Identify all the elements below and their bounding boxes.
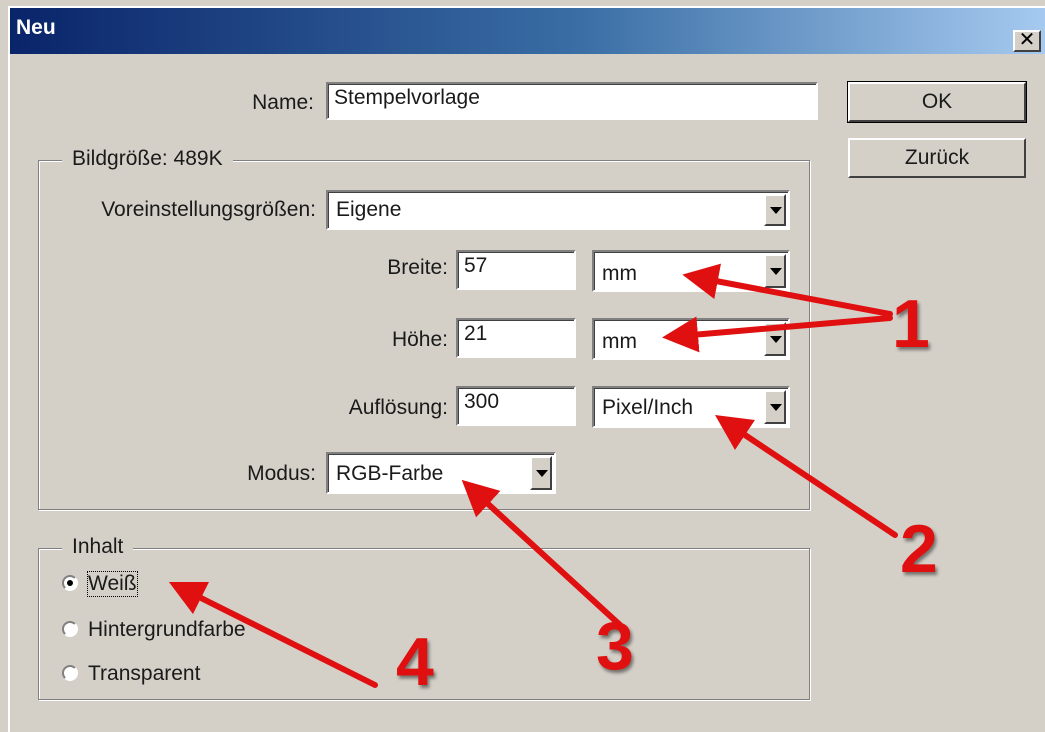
resolution-input[interactable]: 300 — [456, 386, 576, 426]
annotation-number-1: 1 — [892, 286, 930, 362]
content-title: Inhalt — [62, 535, 134, 559]
chevron-down-icon[interactable] — [764, 390, 786, 424]
radio-icon[interactable] — [62, 575, 78, 591]
reset-button[interactable]: Zurück — [848, 138, 1026, 178]
preset-select[interactable]: Eigene — [326, 190, 790, 230]
mode-value: RGB-Farbe — [336, 462, 444, 485]
annotation-number-4: 4 — [396, 624, 434, 700]
resolution-unit-value: Pixel/Inch — [602, 396, 694, 419]
annotation-number-2: 2 — [900, 511, 938, 587]
chevron-down-icon[interactable] — [530, 456, 552, 490]
width-unit-value: mm — [602, 262, 637, 285]
resolution-label: Auflösung: — [348, 396, 448, 419]
width-input[interactable]: 57 — [456, 250, 576, 290]
name-input[interactable]: Stempelvorlage — [326, 82, 818, 120]
height-label: Höhe: — [391, 328, 448, 351]
title-bar[interactable]: Neu ✕ — [10, 8, 1045, 54]
window-title: Neu — [16, 16, 56, 39]
mode-select[interactable]: RGB-Farbe — [326, 452, 556, 494]
preset-label: Voreinstellungsgrößen: — [101, 198, 316, 221]
height-unit-value: mm — [602, 330, 637, 353]
close-icon[interactable]: ✕ — [1013, 30, 1041, 52]
chevron-down-icon[interactable] — [764, 322, 786, 356]
annotation-number-3: 3 — [596, 608, 634, 684]
preset-value: Eigene — [336, 198, 402, 221]
height-unit-select[interactable]: mm — [592, 318, 790, 360]
height-input[interactable]: 21 — [456, 318, 576, 358]
chevron-down-icon[interactable] — [764, 194, 786, 226]
radio-label-white: Weiß — [87, 571, 138, 597]
resolution-unit-select[interactable]: Pixel/Inch — [592, 386, 790, 428]
width-label: Breite: — [387, 256, 448, 279]
radio-label-background: Hintergrundfarbe — [88, 618, 246, 641]
image-size-title: Bildgröße: 489K — [62, 147, 233, 171]
name-label: Name: — [252, 91, 314, 114]
ok-button[interactable]: OK — [847, 81, 1027, 123]
radio-label-transparent: Transparent — [88, 662, 201, 685]
radio-icon[interactable] — [62, 621, 78, 637]
mode-label: Modus: — [247, 462, 316, 485]
chevron-down-icon[interactable] — [764, 254, 786, 288]
radio-icon[interactable] — [62, 665, 78, 681]
width-unit-select[interactable]: mm — [592, 250, 790, 292]
